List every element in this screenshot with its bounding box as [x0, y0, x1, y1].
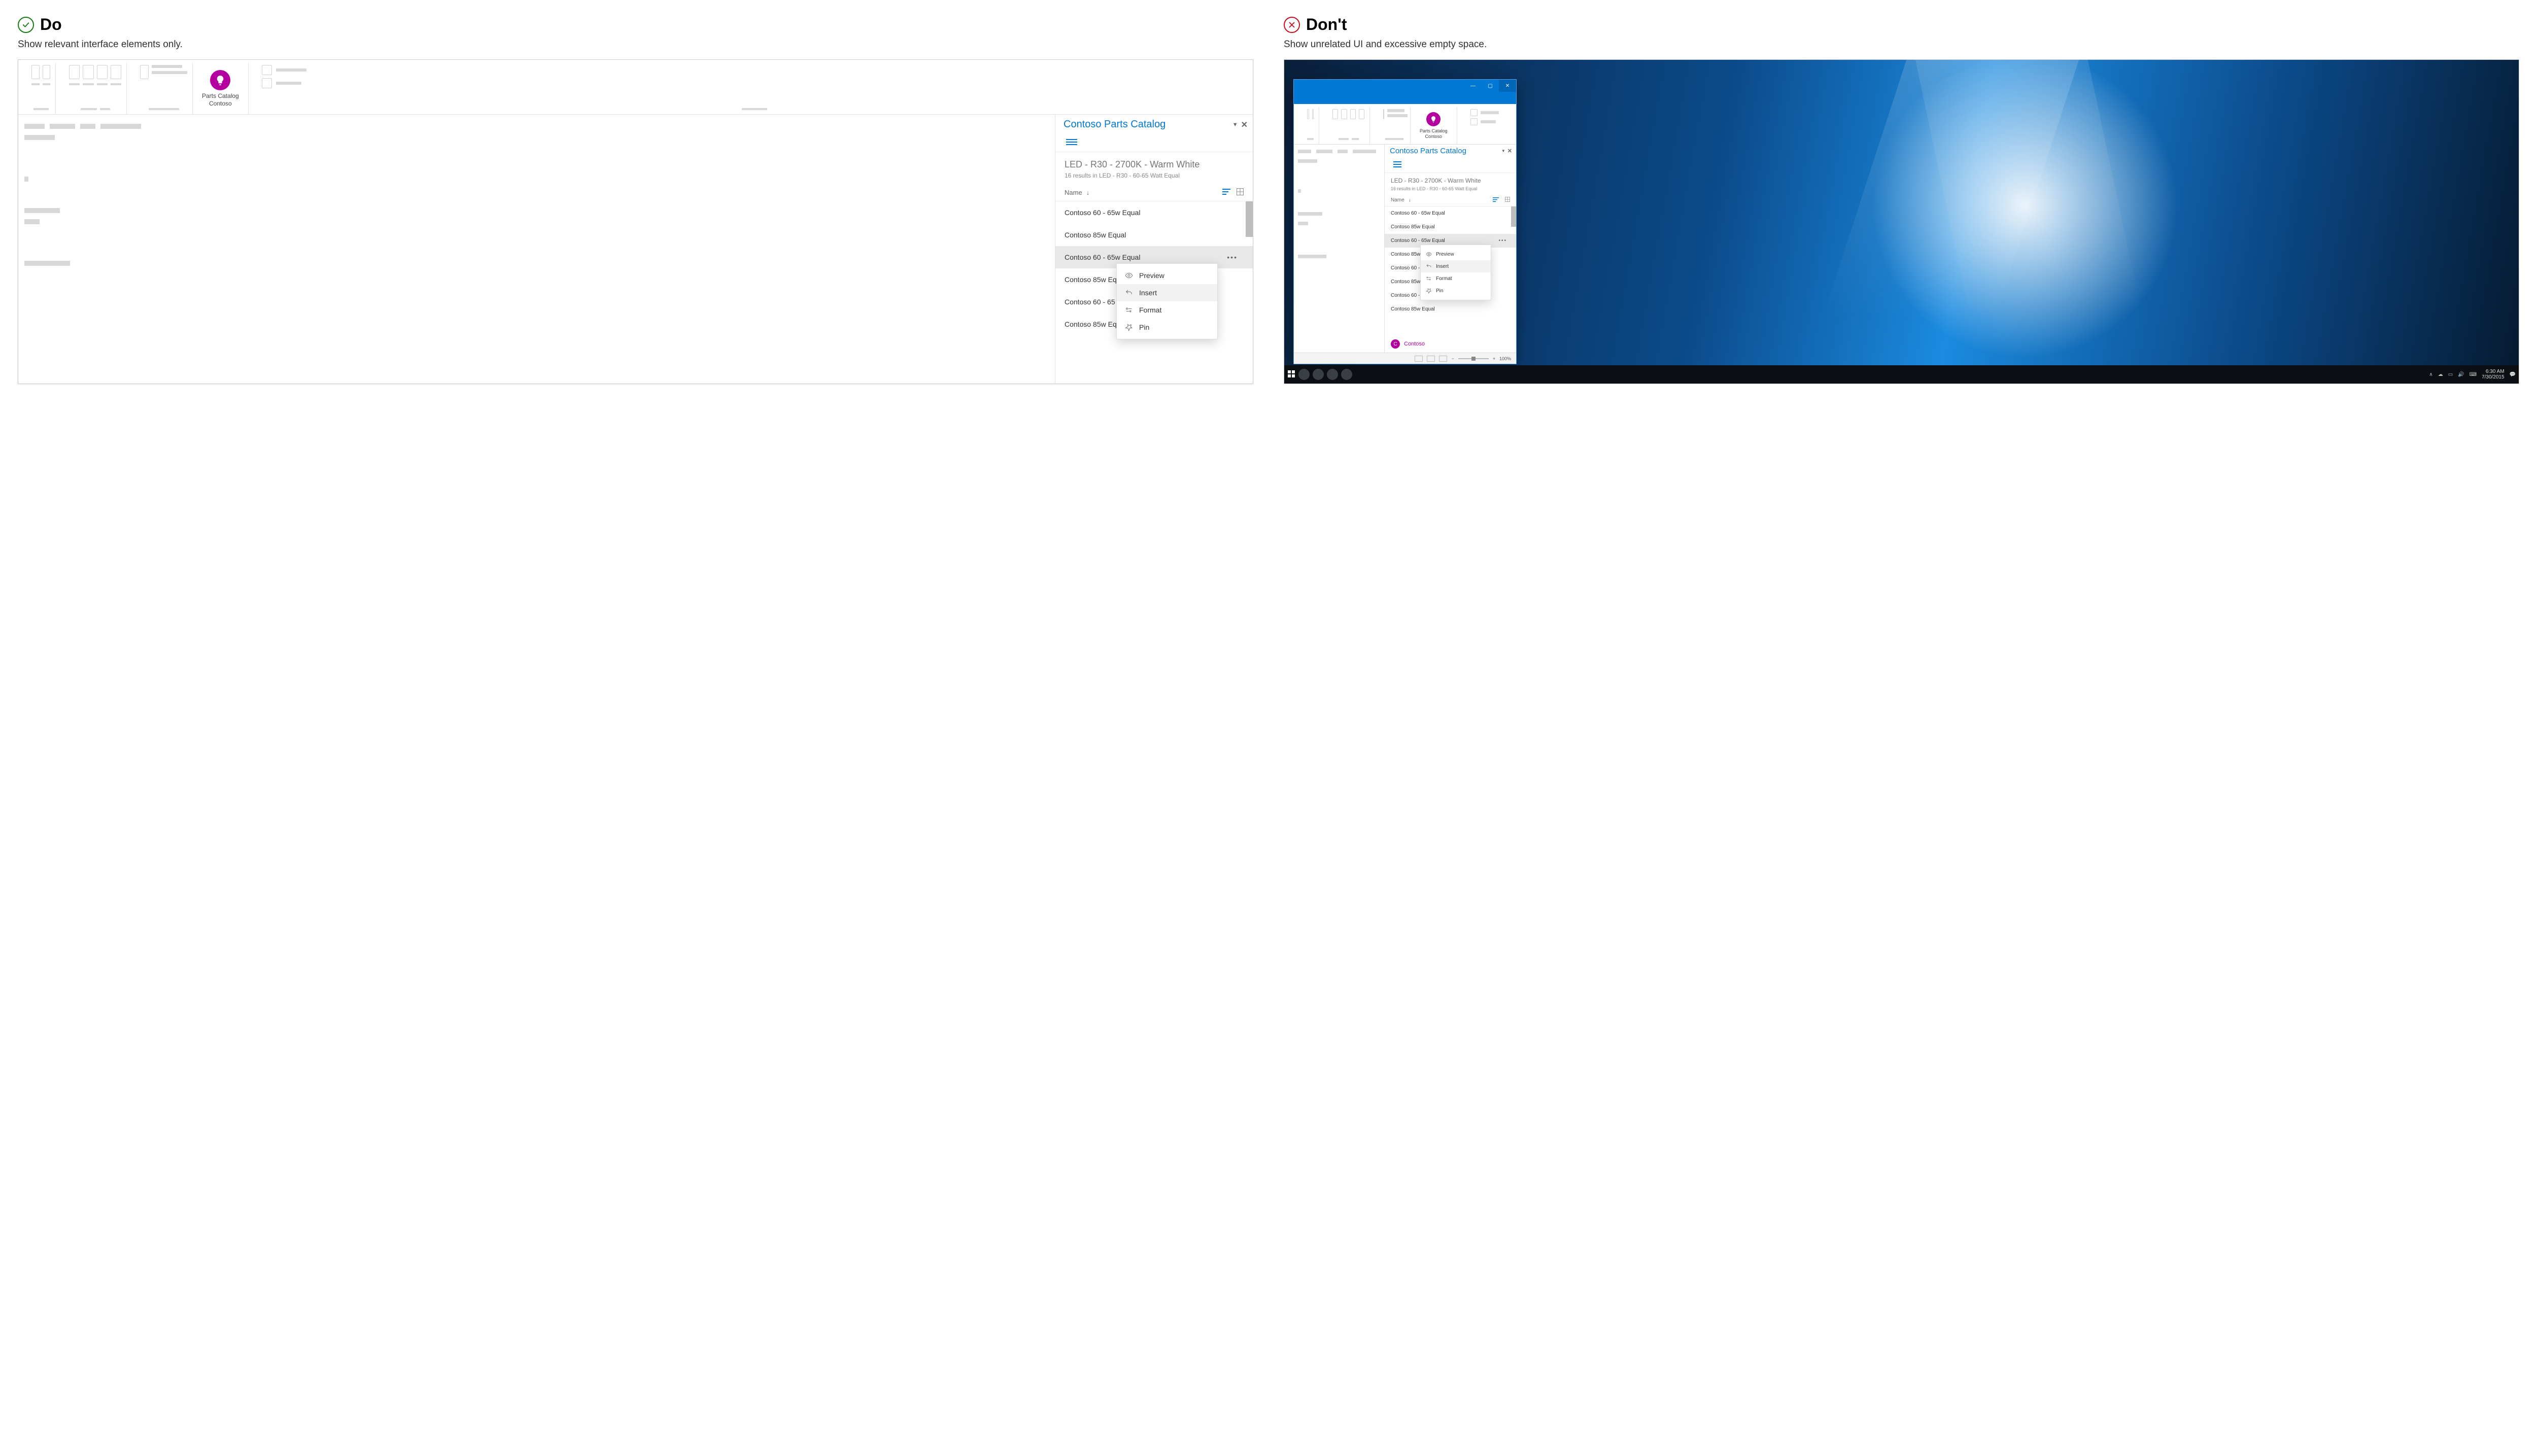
pane-meta-sub: 16 results in LED - R30 - 60-65 Watt Equ… [1065, 172, 1244, 179]
pane-meta-title: LED - R30 - 2700K - Warm White [1065, 159, 1244, 170]
lightbulb-icon [210, 70, 230, 90]
lightbulb-icon [1426, 112, 1441, 126]
dont-column: Don't Show unrelated UI and excessive em… [1284, 15, 2519, 384]
dont-heading: Don't [1306, 15, 1347, 34]
taskbar-clock[interactable]: 6:30 AM 7/30/2015 [2482, 369, 2505, 380]
windows-taskbar: ∧ ☁ ▭ 🔊 ⌨ 6:30 AM 7/30/2015 💬 [1284, 365, 2519, 384]
list-item[interactable]: Contoso 60 - 65w Equal [1055, 201, 1253, 224]
grid-view-icon[interactable] [1505, 197, 1510, 203]
ribbon: Parts Catalog Contoso [1294, 104, 1516, 145]
user-name: Contoso [1404, 341, 1425, 347]
context-menu: Preview Insert Format [1420, 245, 1491, 300]
tray-chevron-icon[interactable]: ∧ [2429, 372, 2432, 377]
do-column: Do Show relevant interface elements only… [18, 15, 1253, 384]
do-heading: Do [40, 15, 62, 34]
pane-dropdown-icon[interactable]: ▼ [1501, 149, 1505, 153]
pane-title: Contoso Parts Catalog [1064, 119, 1165, 130]
view-mode-button[interactable] [1427, 356, 1435, 362]
results-list: Contoso 60 - 65w Equal Contoso 85w Equal… [1055, 201, 1253, 384]
tray-language-icon[interactable]: ⌨ [2470, 372, 2477, 377]
sort-column-label[interactable]: Name [1391, 197, 1404, 203]
scrollbar-thumb[interactable] [1246, 201, 1253, 237]
taskbar-app-icon[interactable] [1327, 369, 1338, 380]
status-bar: − + 100% [1294, 353, 1516, 364]
dont-screenshot: — ▢ ✕ [1284, 59, 2519, 384]
cross-icon [1284, 17, 1300, 33]
tray-onedrive-icon[interactable]: ☁ [2438, 372, 2443, 377]
ribbon-tabs[interactable] [1294, 92, 1516, 104]
taskbar-app-icon[interactable] [1298, 369, 1310, 380]
document-area [18, 115, 1055, 384]
filter-icon[interactable] [1222, 189, 1230, 196]
hamburger-icon[interactable] [1062, 135, 1081, 149]
sort-column-label[interactable]: Name [1065, 189, 1082, 196]
zoom-value[interactable]: 100% [1499, 356, 1511, 361]
window-close-button[interactable]: ✕ [1499, 80, 1516, 92]
context-format[interactable]: Format [1117, 301, 1217, 319]
context-pin[interactable]: Pin [1117, 319, 1217, 336]
results-list: Contoso 60 - 65w Equal Contoso 85w Equal… [1385, 206, 1516, 335]
checkmark-icon [18, 17, 34, 33]
ribbon-addin-label-2: Contoso [1425, 134, 1443, 140]
context-insert[interactable]: Insert [1421, 260, 1491, 272]
pane-meta-title: LED - R30 - 2700K - Warm White [1391, 177, 1510, 184]
sort-arrow-icon[interactable]: ↓ [1409, 197, 1411, 203]
tray-volume-icon[interactable]: 🔊 [2458, 372, 2464, 377]
filter-icon[interactable] [1493, 197, 1499, 203]
user-avatar: C [1391, 339, 1400, 349]
pane-meta-sub: 16 results in LED - R30 - 60-65 Watt Equ… [1391, 186, 1510, 191]
pane-title: Contoso Parts Catalog [1390, 147, 1466, 155]
task-pane: Contoso Parts Catalog ▼ ✕ LED - R30 - 27… [1384, 145, 1516, 353]
zoom-slider[interactable] [1458, 358, 1489, 359]
list-item[interactable]: Contoso 85w Equal [1055, 224, 1253, 246]
list-item[interactable]: Contoso 85w Equal [1385, 302, 1516, 316]
more-icon[interactable]: ••• [1227, 253, 1238, 261]
ribbon-addin-button[interactable]: Parts Catalog Contoso [193, 63, 249, 114]
zoom-out-button[interactable]: − [1451, 356, 1454, 361]
task-pane: Contoso Parts Catalog ▼ ✕ LED - R30 - 27… [1055, 115, 1253, 384]
pane-dropdown-icon[interactable]: ▼ [1232, 122, 1238, 128]
tray-notifications-icon[interactable]: 💬 [2510, 372, 2516, 377]
scrollbar-thumb[interactable] [1511, 206, 1516, 227]
hamburger-icon[interactable] [1390, 158, 1405, 171]
taskbar-app-icon[interactable] [1341, 369, 1352, 380]
pane-close-icon[interactable]: ✕ [1507, 148, 1512, 154]
pane-user[interactable]: C Contoso [1385, 335, 1516, 353]
more-icon[interactable]: ••• [1498, 238, 1507, 244]
context-preview[interactable]: Preview [1421, 248, 1491, 260]
zoom-in-button[interactable]: + [1493, 356, 1495, 361]
context-menu: Preview Insert Format [1116, 263, 1218, 339]
taskbar-app-icon[interactable] [1313, 369, 1324, 380]
sort-arrow-icon[interactable]: ↓ [1086, 189, 1090, 196]
dont-subtitle: Show unrelated UI and excessive empty sp… [1284, 39, 2519, 50]
window-titlebar: — ▢ ✕ [1294, 80, 1516, 92]
grid-view-icon[interactable] [1237, 188, 1244, 197]
pane-close-icon[interactable]: ✕ [1241, 120, 1248, 130]
list-item[interactable]: Contoso 60 - 65w Equal [1385, 206, 1516, 220]
ribbon: Parts Catalog Contoso [18, 60, 1253, 115]
start-button[interactable] [1287, 370, 1295, 379]
ribbon-addin-label-1: Parts Catalog [202, 92, 239, 99]
context-preview[interactable]: Preview [1117, 267, 1217, 284]
list-item[interactable]: Contoso 85w Equal [1385, 220, 1516, 234]
do-screenshot: Parts Catalog Contoso [18, 59, 1253, 384]
ribbon-addin-label-1: Parts Catalog [1420, 128, 1448, 134]
tray-network-icon[interactable]: ▭ [2448, 372, 2453, 377]
window-maximize-button[interactable]: ▢ [1482, 80, 1499, 92]
ribbon-addin-button[interactable]: Parts Catalog Contoso [1411, 107, 1457, 144]
view-mode-button[interactable] [1439, 356, 1447, 362]
context-insert[interactable]: Insert [1117, 284, 1217, 301]
context-format[interactable]: Format [1421, 272, 1491, 285]
ribbon-addin-label-2: Contoso [209, 100, 232, 107]
app-window: — ▢ ✕ [1293, 79, 1517, 364]
context-pin[interactable]: Pin [1421, 285, 1491, 297]
do-subtitle: Show relevant interface elements only. [18, 39, 1253, 50]
view-mode-button[interactable] [1415, 356, 1423, 362]
document-area [1294, 145, 1384, 353]
window-minimize-button[interactable]: — [1464, 80, 1482, 92]
